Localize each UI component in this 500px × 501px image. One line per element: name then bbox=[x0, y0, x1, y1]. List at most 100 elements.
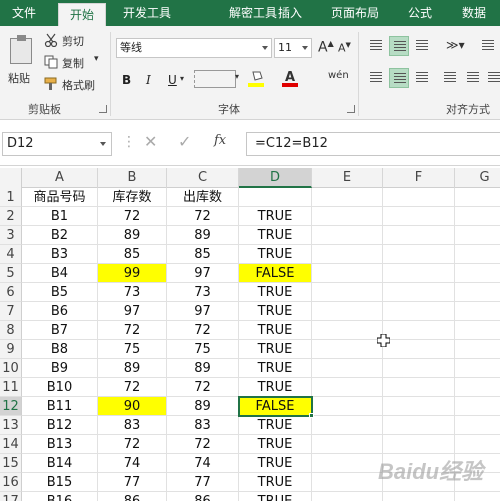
cell-c4[interactable]: 85 bbox=[167, 245, 239, 264]
cell-c13[interactable]: 83 bbox=[167, 416, 239, 435]
phonetic-button[interactable]: wén bbox=[328, 70, 349, 81]
cell-b12[interactable]: 90 bbox=[98, 397, 167, 416]
confirm-entry-icon[interactable]: ✓ bbox=[178, 132, 191, 151]
cell-b16[interactable]: 77 bbox=[98, 473, 167, 492]
name-box[interactable]: D12 bbox=[2, 132, 112, 156]
cell-a4[interactable]: B3 bbox=[22, 245, 98, 264]
cell-a12[interactable]: B11 bbox=[22, 397, 98, 416]
cell-b10[interactable]: 89 bbox=[98, 359, 167, 378]
cell-c7[interactable]: 97 bbox=[167, 302, 239, 321]
underline-dropdown-icon[interactable]: ▾ bbox=[180, 74, 184, 83]
column-header-f[interactable]: F bbox=[383, 168, 455, 188]
empty-cell[interactable] bbox=[312, 435, 383, 454]
cell-a13[interactable]: B12 bbox=[22, 416, 98, 435]
cell-a7[interactable]: B6 bbox=[22, 302, 98, 321]
empty-cell[interactable] bbox=[383, 321, 455, 340]
tab-formulas[interactable]: 公式 bbox=[400, 0, 440, 26]
empty-cell[interactable] bbox=[312, 378, 383, 397]
empty-cell[interactable] bbox=[383, 397, 455, 416]
copy-button[interactable]: 复制 ▾ bbox=[44, 54, 104, 72]
borders-button[interactable]: ▾ bbox=[194, 70, 239, 88]
cell-c5[interactable]: 97 bbox=[167, 264, 239, 283]
cell-b5[interactable]: 99 bbox=[98, 264, 167, 283]
insert-function-button[interactable]: fx bbox=[214, 133, 226, 148]
align-center-button[interactable] bbox=[389, 68, 409, 88]
empty-cell[interactable] bbox=[455, 188, 500, 207]
cell-b9[interactable]: 75 bbox=[98, 340, 167, 359]
cell-b14[interactable]: 72 bbox=[98, 435, 167, 454]
empty-cell[interactable] bbox=[312, 416, 383, 435]
empty-cell[interactable] bbox=[455, 340, 500, 359]
row-header[interactable]: 16 bbox=[0, 473, 22, 492]
spreadsheet-grid[interactable]: ABCDEFG 1 商品号码 库存数 出库数 2 B1 72 72 TRUE 3 B2 89 89 TRU… bbox=[0, 168, 500, 501]
font-color-button[interactable]: A bbox=[282, 70, 304, 90]
cell-a3[interactable]: B2 bbox=[22, 226, 98, 245]
align-left-button[interactable] bbox=[366, 68, 386, 88]
select-all-corner[interactable] bbox=[0, 168, 22, 188]
cell-d14[interactable]: TRUE bbox=[239, 435, 312, 454]
cell-c2[interactable]: 72 bbox=[167, 207, 239, 226]
tab-page-layout[interactable]: 页面布局 bbox=[324, 0, 386, 26]
row-header[interactable]: 8 bbox=[0, 321, 22, 340]
cell-c16[interactable]: 77 bbox=[167, 473, 239, 492]
empty-cell[interactable] bbox=[383, 416, 455, 435]
font-name-combo[interactable]: 等线 bbox=[116, 38, 272, 58]
merge-center-button[interactable] bbox=[484, 68, 500, 88]
empty-cell[interactable] bbox=[383, 359, 455, 378]
align-right-button[interactable] bbox=[412, 68, 432, 88]
italic-button[interactable]: I bbox=[146, 71, 151, 89]
cell-c1[interactable]: 出库数 bbox=[167, 188, 239, 207]
cell-b17[interactable]: 86 bbox=[98, 492, 167, 501]
column-header-d[interactable]: D bbox=[239, 168, 312, 188]
underline-button[interactable]: U bbox=[168, 71, 177, 89]
empty-cell[interactable] bbox=[383, 226, 455, 245]
copy-dropdown-icon[interactable]: ▾ bbox=[94, 54, 99, 64]
row-header[interactable]: 2 bbox=[0, 207, 22, 226]
cell-b1[interactable]: 库存数 bbox=[98, 188, 167, 207]
cell-a11[interactable]: B10 bbox=[22, 378, 98, 397]
cell-b8[interactable]: 72 bbox=[98, 321, 167, 340]
cell-a1[interactable]: 商品号码 bbox=[22, 188, 98, 207]
cell-a9[interactable]: B8 bbox=[22, 340, 98, 359]
cell-a5[interactable]: B4 bbox=[22, 264, 98, 283]
empty-cell[interactable] bbox=[312, 473, 383, 492]
empty-cell[interactable] bbox=[383, 340, 455, 359]
row-header[interactable]: 12 bbox=[0, 397, 22, 416]
cell-d10[interactable]: TRUE bbox=[239, 359, 312, 378]
cell-a17[interactable]: B16 bbox=[22, 492, 98, 501]
empty-cell[interactable] bbox=[312, 245, 383, 264]
font-launcher-icon[interactable] bbox=[347, 105, 355, 113]
cell-a2[interactable]: B1 bbox=[22, 207, 98, 226]
cell-b13[interactable]: 83 bbox=[98, 416, 167, 435]
tab-file[interactable]: 文件 bbox=[4, 0, 44, 26]
grow-font-button[interactable]: A▲ bbox=[318, 39, 334, 56]
empty-cell[interactable] bbox=[455, 283, 500, 302]
cell-d1[interactable] bbox=[239, 188, 312, 207]
cell-a8[interactable]: B7 bbox=[22, 321, 98, 340]
empty-cell[interactable] bbox=[312, 302, 383, 321]
column-header-c[interactable]: C bbox=[167, 168, 239, 188]
empty-cell[interactable] bbox=[312, 207, 383, 226]
row-header[interactable]: 10 bbox=[0, 359, 22, 378]
cell-b2[interactable]: 72 bbox=[98, 207, 167, 226]
cell-d17[interactable]: TRUE bbox=[239, 492, 312, 501]
empty-cell[interactable] bbox=[312, 264, 383, 283]
cell-c8[interactable]: 72 bbox=[167, 321, 239, 340]
cell-c3[interactable]: 89 bbox=[167, 226, 239, 245]
cell-d15[interactable]: TRUE bbox=[239, 454, 312, 473]
cell-d2[interactable]: TRUE bbox=[239, 207, 312, 226]
empty-cell[interactable] bbox=[383, 245, 455, 264]
empty-cell[interactable] bbox=[312, 359, 383, 378]
empty-cell[interactable] bbox=[455, 359, 500, 378]
cell-b6[interactable]: 73 bbox=[98, 283, 167, 302]
format-painter-button[interactable]: 格式刷 bbox=[44, 76, 104, 94]
empty-cell[interactable] bbox=[455, 302, 500, 321]
cut-button[interactable]: 剪切 bbox=[44, 32, 100, 50]
row-header[interactable]: 9 bbox=[0, 340, 22, 359]
empty-cell[interactable] bbox=[312, 340, 383, 359]
tab-data[interactable]: 数据 bbox=[452, 0, 496, 26]
empty-cell[interactable] bbox=[455, 397, 500, 416]
font-size-combo[interactable]: 11 bbox=[274, 38, 312, 58]
empty-cell[interactable] bbox=[455, 435, 500, 454]
cell-c14[interactable]: 72 bbox=[167, 435, 239, 454]
